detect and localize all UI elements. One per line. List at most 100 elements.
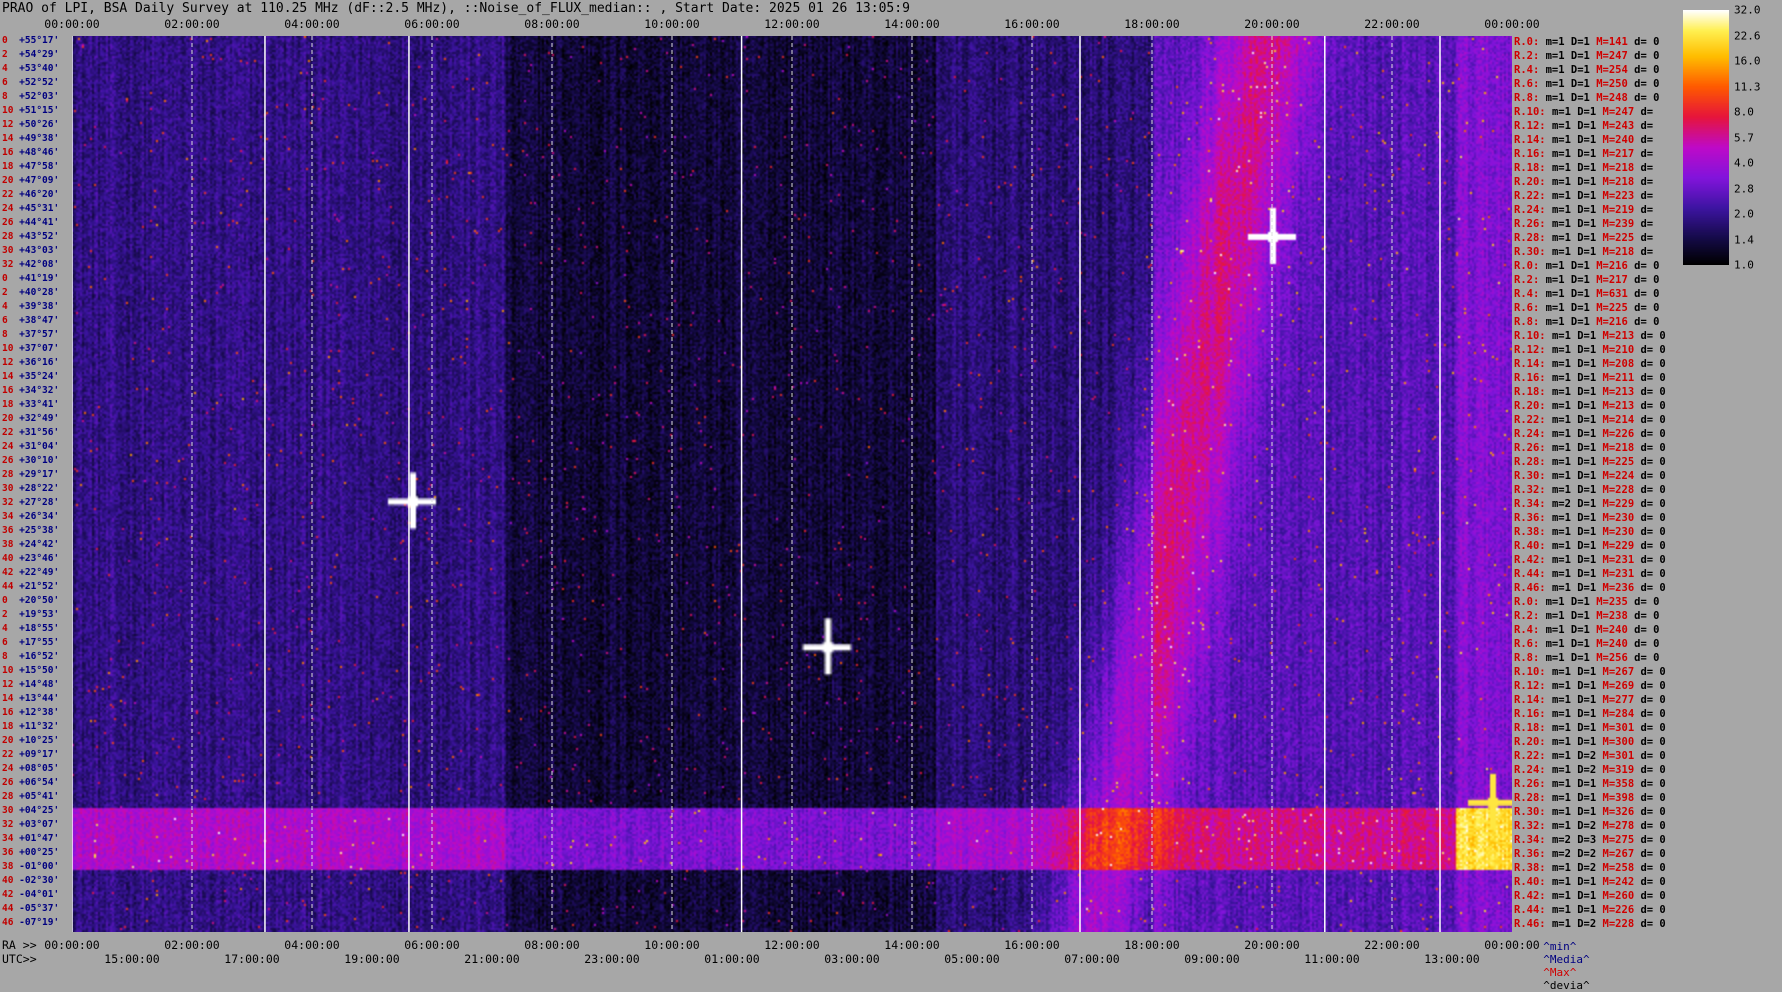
row-stat-part: M=213 xyxy=(1602,400,1641,412)
row-stat-part: M=224 xyxy=(1602,470,1641,482)
row-stat-part: D=1 xyxy=(1570,260,1597,272)
dec-value: +15°50' xyxy=(19,665,60,676)
row-stat-part: D=1 xyxy=(1570,274,1597,286)
dec-label: 10 +15°50' xyxy=(2,666,59,676)
row-stat-part: m=1 xyxy=(1551,764,1578,776)
row-stat-part: d= 0 xyxy=(1634,260,1660,272)
dec-value: +41°19' xyxy=(19,273,60,284)
row-stat-part: d= 0 xyxy=(1640,582,1666,594)
row-stat-part: D=1 xyxy=(1577,666,1603,678)
dec-index: 20 xyxy=(2,413,20,424)
row-stat-part: m=1 xyxy=(1551,540,1578,552)
row-stat-part: m=1 xyxy=(1551,456,1578,468)
dec-value: +33°41' xyxy=(19,399,60,410)
dec-index: 0 xyxy=(2,595,20,606)
top-tick-label: 08:00:00 xyxy=(524,17,580,31)
dec-label: 14 +13°44' xyxy=(2,694,59,704)
row-stat-part: d= 0 xyxy=(1640,428,1666,440)
row-stat-part: d= 0 xyxy=(1640,456,1666,468)
row-stat-part: R.10: xyxy=(1514,106,1552,118)
row-stat-part: d= xyxy=(1640,162,1654,174)
row-stat: R.2: m=1 D=1 M=217 d= 0 xyxy=(1514,274,1659,286)
row-stat-part: d= 0 xyxy=(1640,736,1666,748)
row-stat: R.28: m=1 D=1 M=398 d= 0 xyxy=(1514,792,1666,804)
row-stat-part: M=210 xyxy=(1602,344,1641,356)
row-stat: R.32: m=1 D=2 M=278 d= 0 xyxy=(1514,820,1666,832)
dec-value: +03°07' xyxy=(19,819,60,830)
colorbar-tick: 2.8 xyxy=(1734,182,1754,195)
row-stat-part: R.22: xyxy=(1514,414,1552,426)
row-stat-part: D=1 xyxy=(1577,330,1603,342)
row-stat-part: R.30: xyxy=(1514,470,1552,482)
row-stat-part: R.38: xyxy=(1514,862,1552,874)
row-stat-part: d= xyxy=(1640,218,1654,230)
row-stat: R.20: m=1 D=1 M=213 d= 0 xyxy=(1514,400,1666,412)
dec-value: +32°49' xyxy=(19,413,60,424)
row-stat-part: d= 0 xyxy=(1640,414,1666,426)
ra-tick-label: 14:00:00 xyxy=(884,938,940,952)
dec-label: 32 +42°08' xyxy=(2,260,59,270)
dec-label: 6 +17°55' xyxy=(2,638,59,648)
dec-index: 14 xyxy=(2,371,20,382)
dec-index: 14 xyxy=(2,693,20,704)
dec-label: 0 +41°19' xyxy=(2,274,59,284)
row-stat-part: D=1 xyxy=(1577,568,1603,580)
row-stat-part: d= xyxy=(1640,176,1654,188)
row-stat-part: d= 0 xyxy=(1640,330,1666,342)
row-stat-part: d= xyxy=(1640,106,1654,118)
row-stat-part: D=1 xyxy=(1577,890,1603,902)
row-stat-part: m=2 xyxy=(1551,848,1578,860)
row-stat: R.6: m=1 D=1 M=225 d= 0 xyxy=(1514,302,1659,314)
row-stat-part: d= xyxy=(1640,148,1654,160)
row-stat-part: m=1 xyxy=(1551,148,1578,160)
row-stat: R.14: m=1 D=1 M=208 d= 0 xyxy=(1514,358,1666,370)
row-stat: R.42: m=1 D=1 M=260 d= 0 xyxy=(1514,890,1666,902)
row-stat-part: D=1 xyxy=(1570,288,1597,300)
dec-index: 26 xyxy=(2,217,20,228)
dec-label: 2 +40°28' xyxy=(2,288,59,298)
ra-tick-label: 00:00:00 xyxy=(44,938,100,952)
dec-index: 4 xyxy=(2,63,20,74)
row-stat-part: d= 0 xyxy=(1640,904,1666,916)
ra-tick-label: 04:00:00 xyxy=(284,938,340,952)
row-stat-part: M=231 xyxy=(1602,568,1641,580)
row-stat-part: m=1 xyxy=(1545,596,1571,608)
row-stat: R.10: m=1 D=1 M=247 d= xyxy=(1514,106,1653,118)
row-stat-part: D=1 xyxy=(1577,442,1603,454)
row-stat-part: M=258 xyxy=(1602,862,1641,874)
row-stat-part: M=326 xyxy=(1602,806,1641,818)
dec-label: 36 +25°38' xyxy=(2,526,59,536)
dec-value: +37°07' xyxy=(19,343,60,354)
row-stat-part: m=1 xyxy=(1551,414,1578,426)
row-stat-part: d= xyxy=(1640,246,1654,258)
utc-tick-label: 21:00:00 xyxy=(464,952,520,966)
top-tick-label: 14:00:00 xyxy=(884,17,940,31)
dec-index: 6 xyxy=(2,315,20,326)
dec-index: 32 xyxy=(2,497,20,508)
row-stat-part: d= 0 xyxy=(1640,512,1666,524)
row-stat-part: D=1 xyxy=(1577,428,1603,440)
utc-tick-label: 19:00:00 xyxy=(344,952,400,966)
row-stat-part: R.2: xyxy=(1514,610,1546,622)
row-stat-part: m=1 xyxy=(1551,778,1578,790)
row-stat-part: D=1 xyxy=(1577,190,1603,202)
row-stat-part: m=1 xyxy=(1551,330,1578,342)
dec-value: +51°15' xyxy=(19,105,60,116)
row-stat-part: D=1 xyxy=(1570,78,1597,90)
row-stat-part: d= 0 xyxy=(1640,484,1666,496)
row-stat-part: R.0: xyxy=(1514,596,1546,608)
dec-value: +18°55' xyxy=(19,623,60,634)
row-stat-part: m=1 xyxy=(1545,624,1571,636)
row-stat-part: d= 0 xyxy=(1640,344,1666,356)
row-stat-part: d= 0 xyxy=(1640,470,1666,482)
row-stat-part: m=1 xyxy=(1545,50,1571,62)
row-stat-part: R.22: xyxy=(1514,190,1552,202)
row-stat-part: m=1 xyxy=(1551,666,1578,678)
row-stat-part: m=1 xyxy=(1551,134,1578,146)
row-stat-part: M=239 xyxy=(1602,218,1641,230)
row-stat-part: d= 0 xyxy=(1640,750,1666,762)
row-stat-part: R.10: xyxy=(1514,330,1552,342)
row-stat: R.4: m=1 D=1 M=254 d= 0 xyxy=(1514,64,1659,76)
row-stat-part: D=1 xyxy=(1570,624,1597,636)
dec-label: 0 +55°17' xyxy=(2,36,59,46)
